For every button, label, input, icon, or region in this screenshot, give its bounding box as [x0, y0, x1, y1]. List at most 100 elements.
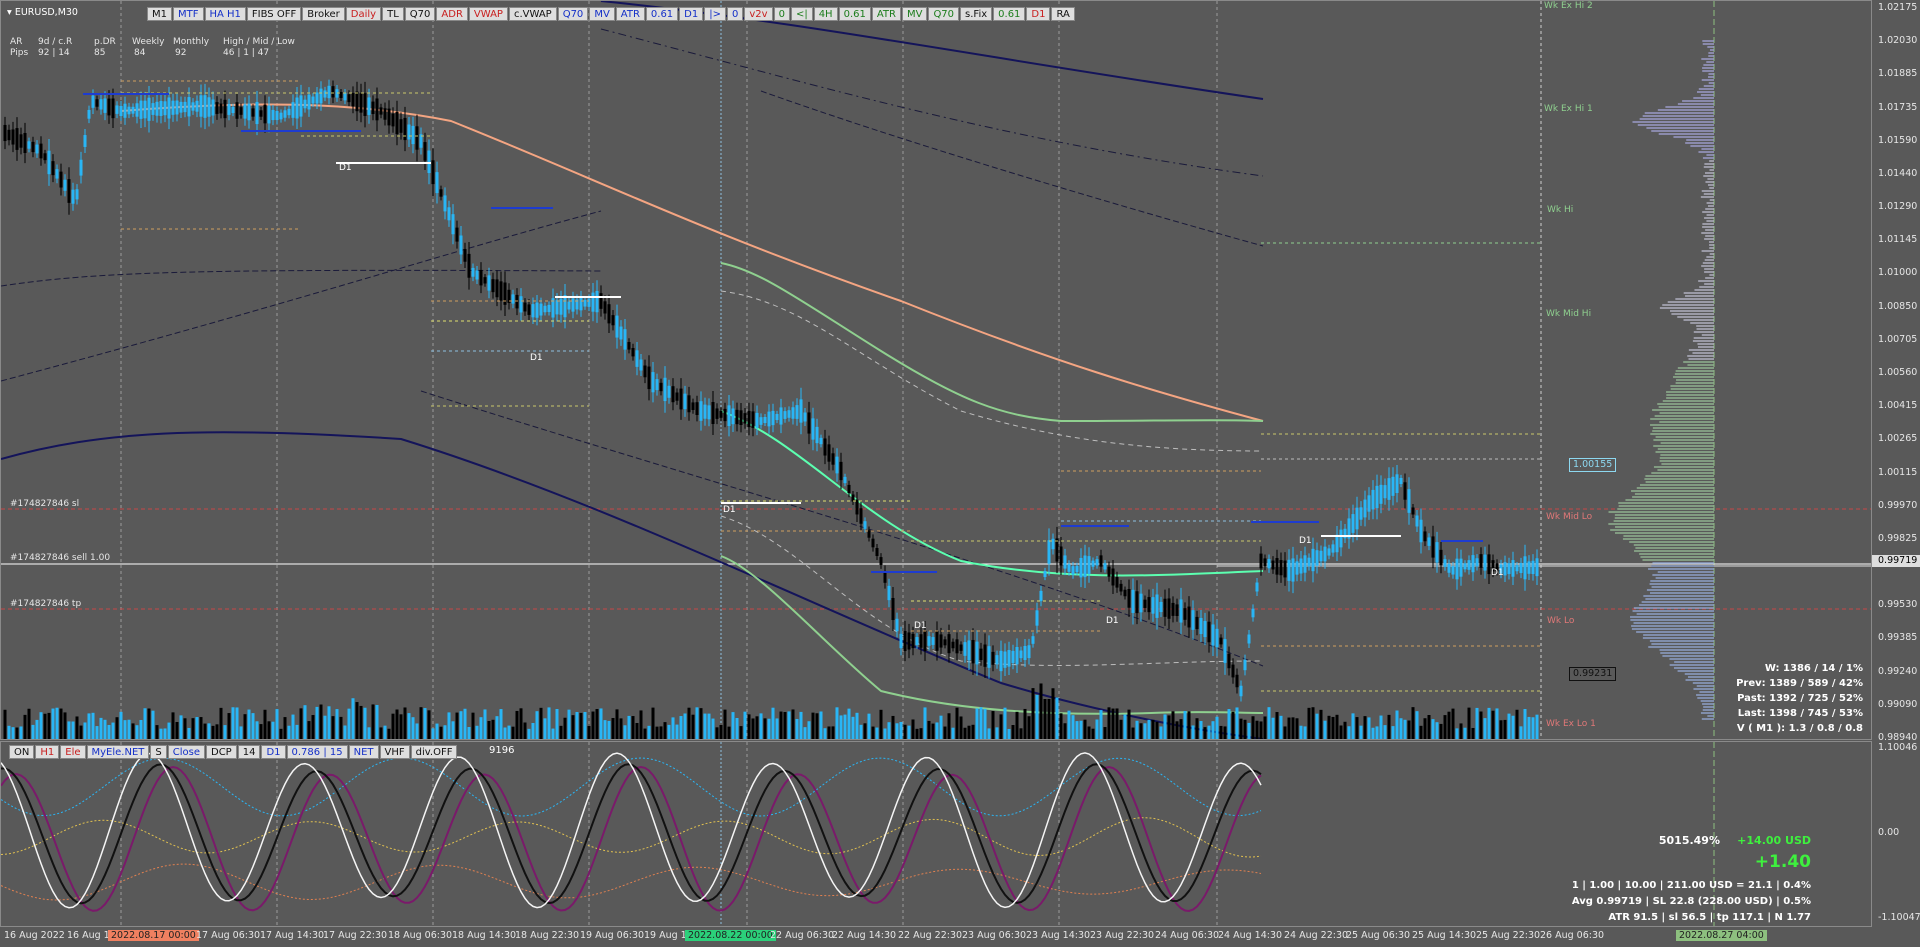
main-chart-panel[interactable]: ▾ EURUSD,M30 M1 MTF HA H1 FIBS OFF Broker Dai… — [0, 0, 1872, 740]
toolbar-button[interactable]: s.Fix — [960, 7, 993, 21]
order-sl-label[interactable]: #174827846 sl — [10, 499, 79, 509]
time-axis[interactable]: 16 Aug 2022 16 Aug 1 2022.08.17 00:00 17 Au… — [0, 927, 1872, 947]
toolbar-button[interactable]: ATR — [615, 7, 645, 21]
toolbar-button[interactable]: 4H — [813, 7, 838, 21]
candle-body — [1355, 507, 1359, 530]
order-tp-label[interactable]: #174827846 tp — [10, 599, 81, 609]
toolbar-button[interactable]: c.VWAP — [508, 7, 557, 21]
candle-body — [1131, 589, 1135, 613]
candle-body — [1135, 591, 1139, 614]
volume-bar — [1215, 716, 1219, 739]
candle-body — [787, 410, 791, 418]
volume-bar — [507, 725, 511, 739]
volume-bar — [1315, 713, 1319, 739]
toolbar-button[interactable]: div.OFF — [410, 745, 458, 759]
time-tick-label: 25 Aug 22:30 — [1476, 930, 1541, 941]
order-sell-label[interactable]: #174827846 sell 1.00 — [10, 553, 110, 563]
candle-body — [895, 618, 899, 632]
candle-body — [219, 103, 223, 114]
toolbar-button[interactable]: Ele — [60, 745, 86, 759]
toolbar-button[interactable]: Broker — [302, 7, 345, 21]
toolbar-button[interactable]: ADR — [436, 7, 468, 21]
toolbar-button[interactable]: D1 — [1026, 7, 1051, 21]
toolbar-button[interactable]: HA H1 — [204, 7, 246, 21]
volume-bar — [439, 726, 443, 739]
toolbar-button[interactable]: 0.61 — [993, 7, 1026, 21]
toolbar-button[interactable]: 14 — [237, 745, 261, 759]
toolbar-button[interactable]: MV — [589, 7, 615, 21]
volume-bar — [1415, 711, 1419, 739]
candle-body — [131, 106, 135, 114]
toolbar-button[interactable]: ON — [9, 745, 35, 759]
toolbar-button[interactable]: 0.61 — [838, 7, 871, 21]
toolbar-button[interactable]: ATR — [871, 7, 901, 21]
toolbar-button[interactable]: 0.786 | 15 — [286, 745, 348, 759]
toolbar-button[interactable]: 0 — [726, 7, 744, 21]
volume-bar — [203, 723, 207, 739]
toolbar-button[interactable]: VWAP — [468, 7, 508, 21]
candle-body — [399, 119, 403, 133]
dropdown-icon[interactable]: ▾ — [7, 7, 12, 18]
toolbar-button[interactable]: <| — [790, 7, 813, 21]
volume-bar — [1071, 715, 1075, 739]
toolbar-button[interactable]: MV — [901, 7, 928, 21]
candle-body — [891, 597, 895, 621]
toolbar-button[interactable]: NET — [348, 745, 379, 759]
price-box-lower[interactable]: 0.99231 — [1569, 667, 1617, 681]
toolbar-button[interactable]: MTF — [173, 7, 204, 21]
toolbar-button[interactable]: M1 — [147, 7, 172, 21]
candle-body — [579, 297, 583, 311]
toolbar-button[interactable]: Q70 — [404, 7, 436, 21]
toolbar-button[interactable]: VHF — [379, 745, 410, 759]
toolbar-button[interactable]: S — [150, 745, 167, 759]
candle-body — [1099, 555, 1103, 567]
candle-body — [1427, 537, 1431, 546]
candle-body — [315, 92, 319, 104]
price-axis[interactable]: 1.02175 1.02030 1.01885 1.01735 1.01590 1.014… — [1872, 0, 1920, 927]
volume-bar — [1107, 707, 1111, 739]
toolbar-button[interactable]: DCP — [206, 745, 237, 759]
toolbar-button[interactable]: v2v — [744, 7, 773, 21]
toolbar-button[interactable]: D1 — [679, 7, 704, 21]
toolbar-button[interactable]: RA — [1051, 7, 1075, 21]
volume-bar — [679, 716, 683, 739]
toolbar-button[interactable]: |> — [704, 7, 726, 21]
volume-bar — [559, 725, 563, 739]
candle-body — [1335, 534, 1339, 553]
time-tick-label: 25 Aug 06:30 — [1346, 930, 1411, 941]
volume-bar — [335, 709, 339, 739]
toolbar-button[interactable]: FIBS OFF — [246, 7, 302, 21]
toolbar-button[interactable]: Close — [167, 745, 205, 759]
toolbar-button[interactable]: 0.61 — [645, 7, 679, 21]
candle-body — [235, 102, 239, 119]
oscillator-panel[interactable]: ON H1 Ele MyEle.NET S Close DCP 14 D1 0.786 | 15 N… — [0, 741, 1872, 927]
volume-bar — [47, 712, 51, 739]
candle-body — [1071, 566, 1075, 575]
toolbar-button[interactable]: H1 — [35, 745, 60, 759]
toolbar-button[interactable]: 0 — [773, 7, 790, 21]
toolbar-button[interactable]: MyEle.NET — [86, 745, 150, 759]
volume-bar — [1523, 708, 1527, 739]
candle-body — [927, 636, 931, 646]
toolbar-button[interactable]: Q70 — [557, 7, 589, 21]
volume-bar — [947, 713, 951, 739]
candle-body — [167, 97, 171, 119]
volume-bar — [423, 708, 427, 739]
candle-body — [1447, 563, 1451, 573]
candle-body — [1519, 562, 1523, 574]
candle-body — [431, 160, 435, 185]
toolbar-button[interactable]: D1 — [261, 745, 286, 759]
candle-body — [1299, 558, 1303, 574]
toolbar-button[interactable]: TL — [382, 7, 404, 21]
toolbar-button[interactable]: Daily — [345, 7, 382, 21]
toolbar-button[interactable]: Q70 — [928, 7, 960, 21]
price-box-upper[interactable]: 1.00155 — [1569, 458, 1617, 472]
candle-body — [1319, 550, 1323, 562]
volume-bar — [1079, 720, 1083, 739]
volume-bar — [843, 714, 847, 739]
volume-bar — [551, 728, 555, 739]
volume-bar — [1139, 723, 1143, 739]
volume-bar — [1203, 727, 1207, 739]
price-tick-label: 0.99240 — [1878, 665, 1918, 677]
candle-body — [443, 195, 447, 212]
